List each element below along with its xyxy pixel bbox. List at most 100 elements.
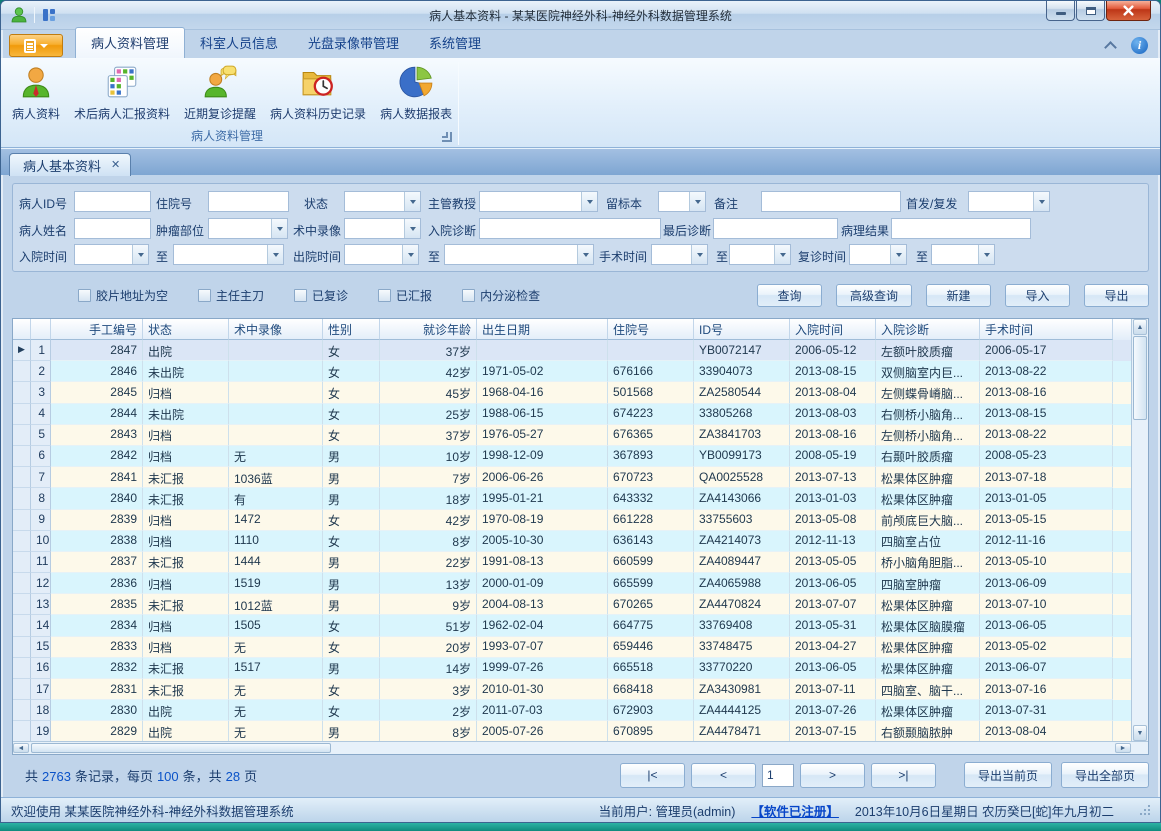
table-row[interactable]: 122836归档1519男13岁2000-01-09665599ZA406598… <box>13 573 1131 594</box>
ribbon-tab-patient-management[interactable]: 病人资料管理 <box>75 27 185 58</box>
checkbox-reported[interactable]: 已汇报 <box>378 287 432 304</box>
column-header-rownum[interactable] <box>31 319 51 340</box>
ribbon-tab-system[interactable]: 系统管理 <box>414 28 496 58</box>
table-row[interactable]: 172831未汇报无女3岁2010-01-30668418ZA343098120… <box>13 679 1131 700</box>
admission-to-combo[interactable] <box>173 244 284 265</box>
column-header-birth-date[interactable]: 出生日期 <box>477 319 608 340</box>
status-combo[interactable] <box>344 191 421 212</box>
checkbox-chief-surgeon[interactable]: 主任主刀 <box>198 287 264 304</box>
surgery-to-combo[interactable] <box>729 244 791 265</box>
pathology-input[interactable] <box>891 218 1031 239</box>
checkbox-revisited[interactable]: 已复诊 <box>294 287 348 304</box>
dialog-launcher-icon[interactable] <box>442 132 452 142</box>
ribbon-tab-staff-info[interactable]: 科室人员信息 <box>185 28 293 58</box>
column-header-inpatient-no[interactable]: 住院号 <box>608 319 694 340</box>
ribbon-button-history-record[interactable]: 病人资料历史记录 <box>263 61 373 125</box>
table-row[interactable]: 182830出院无女2岁2011-07-03672903ZA4444125201… <box>13 700 1131 721</box>
dropdown-arrow-icon[interactable] <box>691 245 707 264</box>
next-page-button[interactable]: > <box>800 763 865 788</box>
patient-name-input[interactable] <box>74 218 151 239</box>
import-button[interactable]: 导入 <box>1005 284 1070 307</box>
column-header-gender[interactable]: 性别 <box>323 319 380 340</box>
table-row[interactable]: 162832未汇报1517男14岁1999-07-266655183377022… <box>13 658 1131 679</box>
surgery-video-combo[interactable] <box>344 218 421 239</box>
column-header-manual-no[interactable]: 手工编号 <box>51 319 143 340</box>
dropdown-arrow-icon[interactable] <box>404 192 420 211</box>
column-header-id-no[interactable]: ID号 <box>694 319 790 340</box>
page-number-input[interactable] <box>762 764 794 787</box>
resize-grip[interactable] <box>1140 805 1150 815</box>
tumor-site-combo[interactable] <box>208 218 288 239</box>
dropdown-arrow-icon[interactable] <box>577 245 593 264</box>
horizontal-scroll-thumb[interactable] <box>31 743 331 753</box>
dropdown-arrow-icon[interactable] <box>689 192 705 211</box>
table-row[interactable]: 142834归档1505女51岁1962-02-0466477533769408… <box>13 615 1131 636</box>
table-row[interactable]: 102838归档1110女8岁2005-10-30636143ZA4214073… <box>13 531 1131 552</box>
dropdown-arrow-icon[interactable] <box>890 245 906 264</box>
table-row[interactable]: 62842归档无男10岁1998-12-09367893YB0099173200… <box>13 446 1131 467</box>
horizontal-scrollbar[interactable]: ◄ ► <box>13 741 1148 754</box>
scroll-right-icon[interactable]: ► <box>1115 743 1131 753</box>
table-row[interactable]: ▶12847出院女37岁YB00721472006-05-12左额叶胶质瘤200… <box>13 340 1131 361</box>
vertical-scroll-thumb[interactable] <box>1133 336 1147 420</box>
export-current-page-button[interactable]: 导出当前页 <box>964 762 1052 788</box>
maximize-button[interactable] <box>1076 1 1105 21</box>
ribbon-button-data-report[interactable]: 病人数据报表 <box>373 61 459 125</box>
scroll-up-icon[interactable]: ▲ <box>1133 319 1147 335</box>
table-row[interactable]: 112837未汇报1444男22岁1991-08-13660599ZA40894… <box>13 552 1131 573</box>
prev-page-button[interactable]: < <box>691 763 756 788</box>
checkbox-box-icon[interactable] <box>294 289 307 302</box>
table-row[interactable]: 22846未出院女42岁1971-05-02676166339040732013… <box>13 361 1131 382</box>
admission-diag-input[interactable] <box>479 218 661 239</box>
admission-from-combo[interactable] <box>74 244 149 265</box>
close-button[interactable] <box>1106 1 1151 21</box>
dropdown-arrow-icon[interactable] <box>132 245 148 264</box>
tab-close-icon[interactable]: ✕ <box>111 160 120 171</box>
dropdown-arrow-icon[interactable] <box>581 192 597 211</box>
patient-id-input[interactable] <box>74 191 151 212</box>
table-row[interactable]: 132835未汇报1012蓝男9岁2004-08-13670265ZA44708… <box>13 594 1131 615</box>
ribbon-button-patient-data[interactable]: 病人资料 <box>5 61 67 125</box>
query-button[interactable]: 查询 <box>757 284 822 307</box>
dropdown-arrow-icon[interactable] <box>267 245 283 264</box>
app-menu-button[interactable] <box>9 34 63 57</box>
checkbox-endocrine-exam[interactable]: 内分泌检查 <box>462 287 540 304</box>
final-diag-input[interactable] <box>713 218 838 239</box>
remark-input[interactable] <box>761 191 901 212</box>
discharge-from-combo[interactable] <box>344 244 419 265</box>
checkbox-film-address-empty[interactable]: 胶片地址为空 <box>78 287 168 304</box>
table-row[interactable]: 82840未汇报有男18岁1995-01-21643332ZA414306620… <box>13 488 1131 509</box>
column-header-admission-diag[interactable]: 入院诊断 <box>876 319 980 340</box>
dropdown-arrow-icon[interactable] <box>402 245 418 264</box>
table-row[interactable]: 32845归档女45岁1968-04-16501568ZA25805442013… <box>13 382 1131 403</box>
dropdown-arrow-icon[interactable] <box>271 219 287 238</box>
column-header-surgery-date[interactable]: 手术时间 <box>980 319 1113 340</box>
dropdown-arrow-icon[interactable] <box>404 219 420 238</box>
dropdown-arrow-icon[interactable] <box>978 245 994 264</box>
ribbon-button-postop-report[interactable]: 术后病人汇报资料 <box>67 61 177 125</box>
last-page-button[interactable]: >| <box>871 763 936 788</box>
info-icon[interactable]: i <box>1131 37 1148 54</box>
export-all-pages-button[interactable]: 导出全部页 <box>1061 762 1149 788</box>
table-row[interactable]: 192829出院无男8岁2005-07-26670895ZA4478471201… <box>13 721 1131 741</box>
table-row[interactable]: 42844未出院女25岁1988-06-15674223338052682013… <box>13 404 1131 425</box>
scroll-left-icon[interactable]: ◄ <box>13 743 29 753</box>
column-header-status[interactable]: 状态 <box>143 319 229 340</box>
dropdown-arrow-icon[interactable] <box>1033 192 1049 211</box>
software-registered-link[interactable]: 【软件已注册】 <box>751 801 839 820</box>
advanced-query-button[interactable]: 高级查询 <box>836 284 912 307</box>
document-tab-patient-basic-info[interactable]: 病人基本资料 ✕ <box>9 153 131 176</box>
ribbon-button-revisit-reminder[interactable]: 近期复诊提醒 <box>177 61 263 125</box>
column-header-visit-age[interactable]: 就诊年龄 <box>380 319 477 340</box>
revisit-to-combo[interactable] <box>931 244 995 265</box>
first-recur-combo[interactable] <box>968 191 1050 212</box>
export-button[interactable]: 导出 <box>1084 284 1149 307</box>
first-page-button[interactable]: |< <box>620 763 685 788</box>
checkbox-box-icon[interactable] <box>378 289 391 302</box>
table-row[interactable]: 92839归档1472女42岁1970-08-19661228337556032… <box>13 510 1131 531</box>
surgery-from-combo[interactable] <box>651 244 708 265</box>
table-row[interactable]: 52843归档女37岁1976-05-27676365ZA38417032013… <box>13 425 1131 446</box>
collapse-ribbon-icon[interactable] <box>1104 41 1117 54</box>
dropdown-arrow-icon[interactable] <box>774 245 790 264</box>
minimize-button[interactable] <box>1046 1 1075 21</box>
